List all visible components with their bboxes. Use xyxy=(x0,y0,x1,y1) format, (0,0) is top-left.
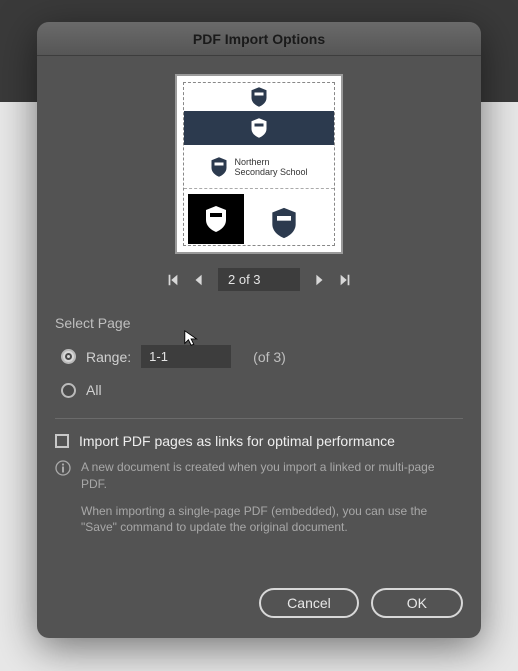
shield-icon xyxy=(250,87,268,107)
dialog-content: Northern Secondary School xyxy=(37,56,481,588)
last-page-button[interactable] xyxy=(338,273,352,287)
first-page-button[interactable] xyxy=(166,273,180,287)
preview-strip-3: Northern Secondary School xyxy=(184,145,334,189)
info-text: A new document is created when you impor… xyxy=(81,459,463,536)
cancel-button[interactable]: Cancel xyxy=(259,588,359,618)
page-indicator-input[interactable]: 2 of 3 xyxy=(218,268,300,291)
range-option-row: Range: (of 3) xyxy=(61,345,463,368)
all-radio[interactable] xyxy=(61,383,76,398)
info-paragraph-2: When importing a single-page PDF (embedd… xyxy=(81,503,463,537)
preview-strip-1 xyxy=(184,83,334,111)
page-preview: Northern Secondary School xyxy=(175,74,343,254)
preview-container: Northern Secondary School xyxy=(55,74,463,254)
range-radio-label: Range: xyxy=(86,349,131,365)
import-links-row: Import PDF pages as links for optimal pe… xyxy=(55,433,463,449)
page-navigator: 2 of 3 xyxy=(55,268,463,291)
divider xyxy=(55,418,463,419)
range-radio[interactable] xyxy=(61,349,76,364)
preview-school-text: Northern Secondary School xyxy=(234,157,307,177)
all-radio-label: All xyxy=(86,382,102,398)
import-links-label: Import PDF pages as links for optimal pe… xyxy=(79,433,395,449)
shield-icon xyxy=(250,118,268,138)
preview-strip-4 xyxy=(184,189,334,245)
info-paragraph-1: A new document is created when you impor… xyxy=(81,459,463,493)
range-total-label: (of 3) xyxy=(253,349,286,365)
dialog-buttons: Cancel OK xyxy=(37,588,481,638)
preview-black-box xyxy=(188,194,244,244)
all-option-row: All xyxy=(61,382,463,398)
shield-icon xyxy=(204,205,228,233)
pdf-import-options-dialog: PDF Import Options xyxy=(37,22,481,638)
shield-icon xyxy=(210,157,228,177)
preview-artboard: Northern Secondary School xyxy=(183,82,335,246)
shield-icon xyxy=(270,207,298,239)
info-row: A new document is created when you impor… xyxy=(55,459,463,536)
dialog-title: PDF Import Options xyxy=(193,31,325,47)
prev-page-button[interactable] xyxy=(192,273,206,287)
dialog-titlebar: PDF Import Options xyxy=(37,22,481,56)
info-icon xyxy=(55,460,71,476)
preview-strip-2 xyxy=(184,111,334,145)
next-page-button[interactable] xyxy=(312,273,326,287)
import-links-checkbox[interactable] xyxy=(55,434,69,448)
select-page-label: Select Page xyxy=(55,315,463,331)
range-input[interactable] xyxy=(141,345,231,368)
ok-button[interactable]: OK xyxy=(371,588,463,618)
